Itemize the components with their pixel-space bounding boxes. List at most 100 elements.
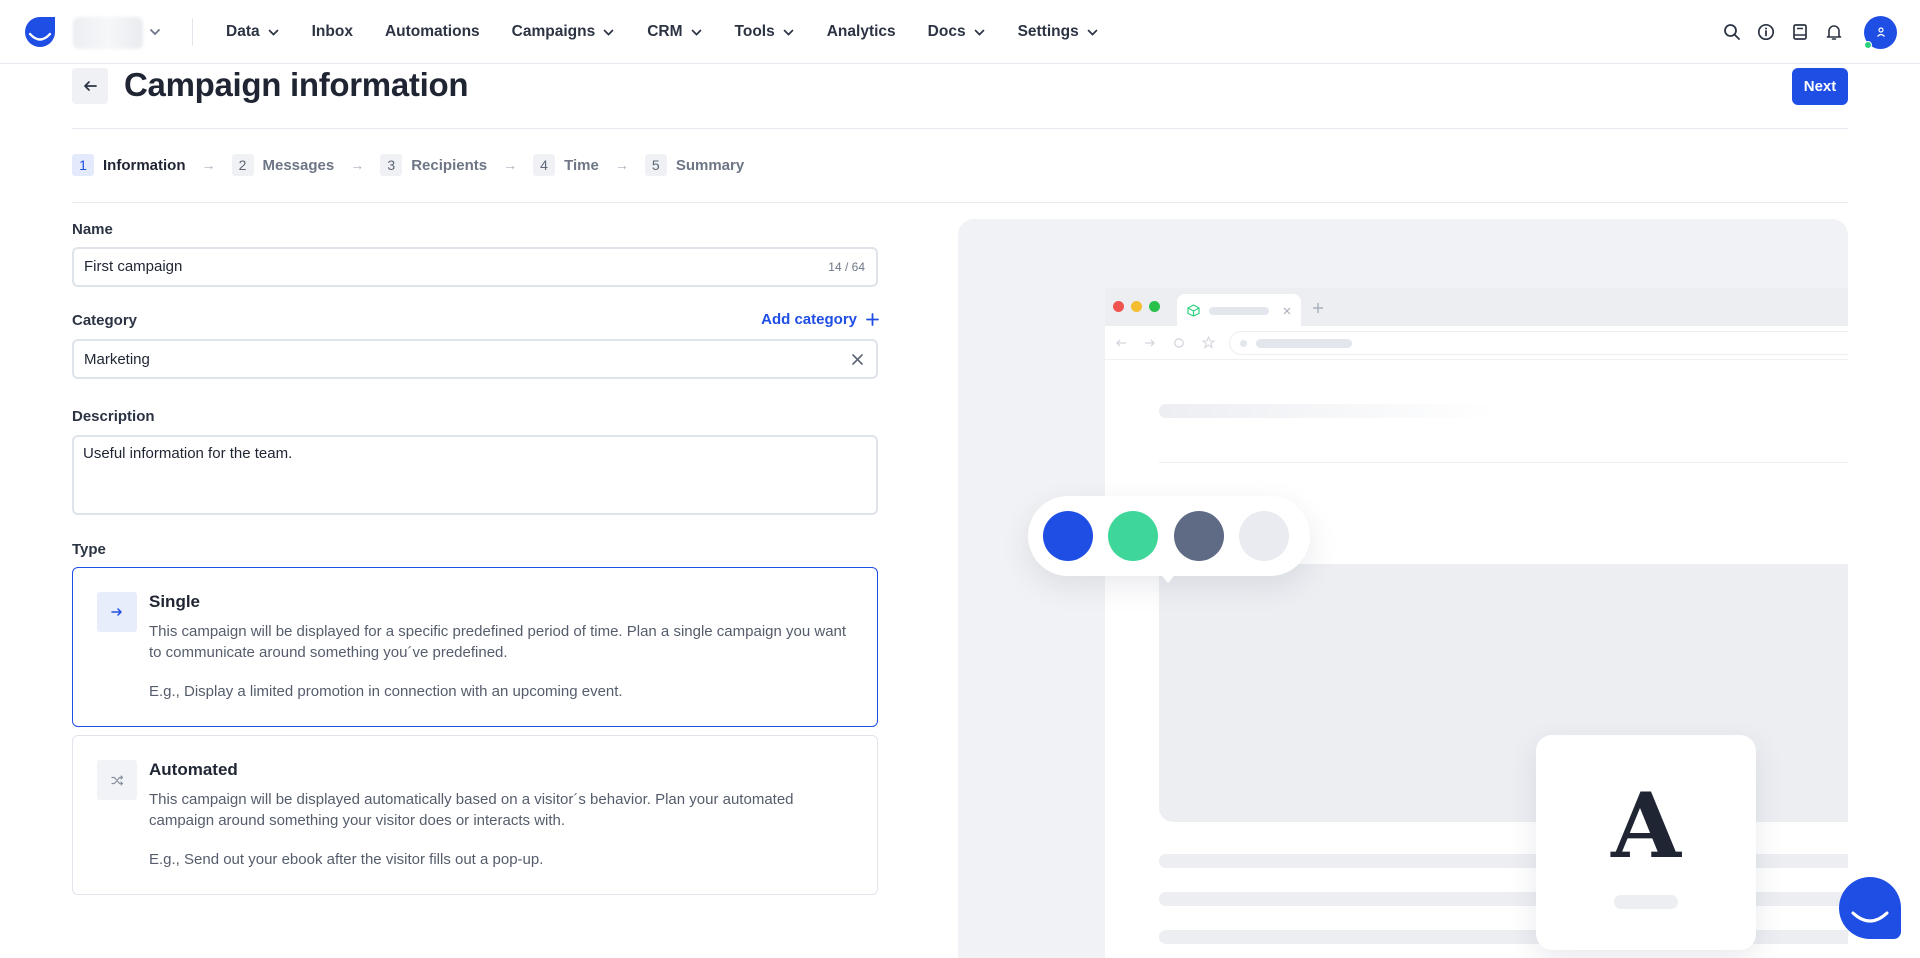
category-value: Marketing bbox=[84, 351, 150, 368]
nav-item-label: Settings bbox=[1017, 23, 1079, 40]
browser-star-icon bbox=[1202, 336, 1215, 349]
browser-back-icon bbox=[1116, 339, 1126, 347]
step-messages[interactable]: 2 Messages bbox=[231, 154, 335, 176]
type-single-title: Single bbox=[149, 592, 201, 611]
palette-swatch bbox=[1174, 511, 1224, 561]
step-information[interactable]: 1 Information bbox=[72, 154, 186, 176]
next-button[interactable]: Next bbox=[1792, 68, 1848, 105]
step-arrow-icon: → bbox=[350, 157, 365, 173]
description-field[interactable]: Useful information for the team. bbox=[72, 435, 878, 515]
plus-icon bbox=[866, 313, 879, 326]
search-icon[interactable] bbox=[1715, 15, 1749, 49]
palette-swatch bbox=[1108, 511, 1158, 561]
chevron-down-icon bbox=[603, 29, 614, 36]
nav-item-settings[interactable]: Settings bbox=[1018, 23, 1099, 41]
user-avatar[interactable] bbox=[1864, 15, 1897, 49]
add-category-button[interactable]: Add category bbox=[761, 311, 879, 328]
step-label: Recipients bbox=[411, 156, 488, 174]
nav-item-automations[interactable]: Automations bbox=[385, 23, 480, 41]
step-time[interactable]: 4 Time bbox=[533, 154, 599, 176]
chevron-down-icon bbox=[974, 29, 984, 36]
browser-reload-icon bbox=[1174, 338, 1184, 348]
page-title: Campaign information bbox=[124, 66, 469, 103]
step-arrow-icon: → bbox=[503, 157, 518, 173]
step-arrow-icon: → bbox=[614, 157, 629, 173]
header-divider bbox=[72, 128, 1848, 129]
description-textarea[interactable]: Useful information for the team. bbox=[83, 444, 863, 504]
back-button[interactable] bbox=[72, 68, 108, 104]
type-automated-example: E.g., Send out your ebook after the visi… bbox=[149, 851, 544, 868]
arrow-left-icon bbox=[84, 81, 97, 91]
online-status-dot bbox=[1864, 40, 1872, 49]
workspace-switcher[interactable] bbox=[73, 16, 165, 50]
type-single-example: E.g., Display a limited promotion in con… bbox=[149, 683, 623, 700]
step-number: 5 bbox=[644, 154, 667, 176]
category-label: Category bbox=[72, 312, 138, 329]
workspace-name-blurred bbox=[73, 17, 143, 49]
main-nav: Data Inbox Automations Campaigns CRM Tools Ana… bbox=[226, 0, 1131, 64]
nav-item-label: Tools bbox=[734, 23, 775, 40]
step-number: 3 bbox=[380, 154, 403, 176]
chat-smile-icon bbox=[1851, 911, 1889, 923]
chat-widget-button[interactable] bbox=[1839, 877, 1901, 939]
app-logo-icon[interactable] bbox=[23, 15, 57, 49]
step-label: Messages bbox=[262, 156, 335, 174]
info-icon[interactable] bbox=[1749, 15, 1783, 49]
skeleton-line bbox=[1614, 895, 1678, 909]
nav-item-docs[interactable]: Docs bbox=[928, 23, 986, 41]
nav-item-label: Data bbox=[226, 23, 260, 40]
nav-item-analytics[interactable]: Analytics bbox=[827, 23, 896, 41]
skeleton-divider bbox=[1159, 462, 1848, 463]
nav-item-label: Automations bbox=[384, 23, 480, 40]
type-option-single[interactable]: Single This campaign will be displayed f… bbox=[72, 567, 878, 727]
new-tab-plus-icon bbox=[1313, 303, 1323, 313]
type-automated-title: Automated bbox=[149, 760, 238, 779]
name-field[interactable]: 14 / 64 bbox=[72, 247, 878, 287]
palette-swatch bbox=[1043, 511, 1093, 561]
step-label: Information bbox=[103, 156, 186, 174]
chevron-down-icon bbox=[691, 29, 701, 36]
add-category-label: Add category bbox=[761, 311, 857, 328]
nav-item-campaigns[interactable]: Campaigns bbox=[512, 23, 616, 41]
nav-item-crm[interactable]: CRM bbox=[647, 23, 702, 41]
chevron-down-icon bbox=[783, 29, 794, 36]
browser-address-bar bbox=[1229, 331, 1848, 355]
top-navigation-bar: Data Inbox Automations Campaigns CRM Tools Ana… bbox=[0, 0, 1920, 64]
name-char-counter: 14 / 64 bbox=[828, 260, 865, 274]
bell-icon[interactable] bbox=[1817, 15, 1851, 49]
step-summary[interactable]: 5 Summary bbox=[644, 154, 745, 176]
skeleton-line bbox=[1159, 404, 1499, 418]
name-input[interactable] bbox=[84, 258, 784, 275]
clear-category-button[interactable] bbox=[848, 350, 866, 368]
header-actions bbox=[1715, 0, 1920, 64]
window-minimize-dot bbox=[1131, 301, 1142, 312]
type-automated-icon-box bbox=[97, 760, 137, 800]
font-preview-card: A bbox=[1536, 735, 1756, 950]
book-icon[interactable] bbox=[1783, 15, 1817, 49]
shuffle-icon bbox=[110, 774, 123, 786]
category-select[interactable]: Marketing bbox=[72, 339, 878, 379]
nav-item-tools[interactable]: Tools bbox=[735, 23, 795, 41]
nav-item-data[interactable]: Data bbox=[226, 23, 280, 41]
nav-item-label: CRM bbox=[647, 23, 683, 40]
user-icon bbox=[1876, 27, 1885, 37]
nav-item-label: Analytics bbox=[826, 23, 896, 40]
step-label: Summary bbox=[675, 156, 745, 174]
type-single-icon-box bbox=[97, 592, 137, 632]
palette-pointer bbox=[1158, 571, 1178, 583]
description-label: Description bbox=[72, 408, 155, 425]
browser-tab bbox=[1177, 294, 1301, 326]
name-label: Name bbox=[72, 221, 113, 238]
chevron-down-icon bbox=[1087, 29, 1098, 36]
campaign-illustration: A bbox=[958, 219, 1848, 958]
type-option-automated[interactable]: Automated This campaign will be displaye… bbox=[72, 735, 878, 895]
color-palette-popup bbox=[1028, 496, 1310, 576]
step-label: Time bbox=[564, 156, 599, 174]
step-arrow-icon: → bbox=[201, 157, 216, 173]
step-number: 2 bbox=[231, 154, 254, 176]
step-recipients[interactable]: 3 Recipients bbox=[380, 154, 487, 176]
nav-item-inbox[interactable]: Inbox bbox=[312, 23, 353, 41]
type-single-description: This campaign will be displayed for a sp… bbox=[149, 623, 847, 661]
nav-divider bbox=[192, 18, 193, 46]
nav-item-label: Inbox bbox=[311, 23, 353, 40]
